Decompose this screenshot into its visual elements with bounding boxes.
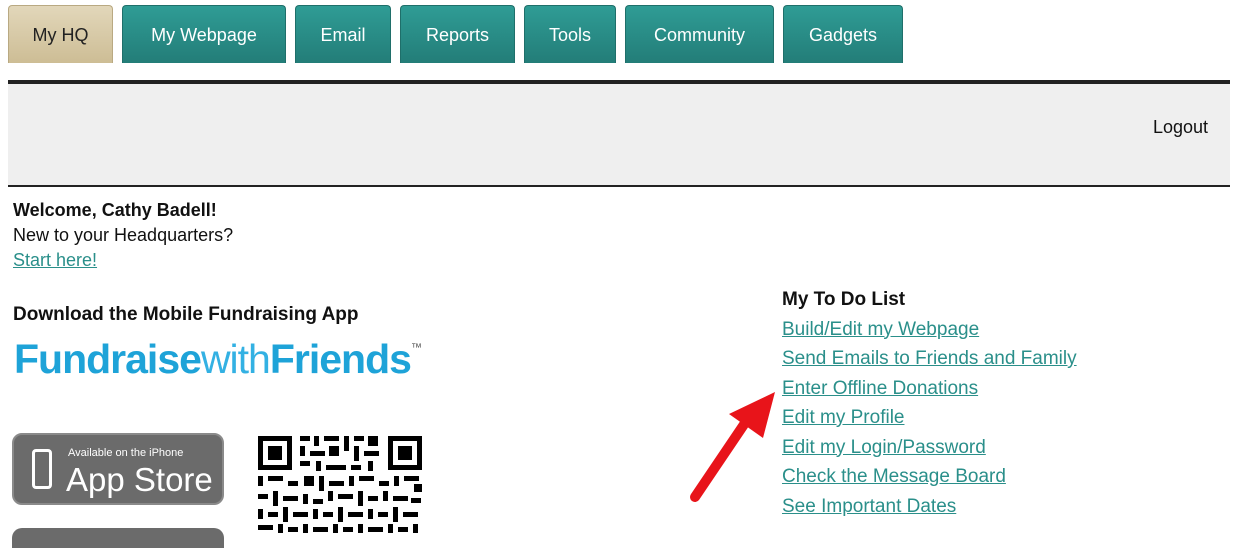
- todo-send-emails-link[interactable]: Send Emails to Friends and Family: [782, 348, 1077, 369]
- appstore-small-text: Available on the iPhone: [68, 447, 184, 459]
- welcome-greeting: Welcome, Cathy Badell!: [13, 200, 217, 220]
- mobile-app-heading: Download the Mobile Fundraising App: [13, 304, 359, 325]
- tab-my-webpage[interactable]: My Webpage: [122, 5, 286, 63]
- welcome-section: Welcome, Cathy Badell! New to your Headq…: [13, 198, 233, 273]
- logout-link[interactable]: Logout: [1153, 117, 1208, 138]
- tab-reports[interactable]: Reports: [400, 5, 515, 63]
- todo-list-title: My To Do List: [782, 289, 906, 310]
- second-store-badge[interactable]: [12, 528, 224, 548]
- welcome-question: New to your Headquarters?: [13, 225, 234, 245]
- fundraise-with-friends-logo: FundraisewithFriends™: [14, 336, 422, 382]
- start-here-link[interactable]: Start here!: [13, 250, 97, 270]
- tab-tools[interactable]: Tools: [524, 5, 616, 63]
- red-arrow-icon: [690, 392, 775, 502]
- tab-email[interactable]: Email: [295, 5, 391, 63]
- todo-edit-login-password-link[interactable]: Edit my Login/Password: [782, 437, 986, 458]
- header-band: Logout: [8, 84, 1230, 187]
- todo-edit-profile-link[interactable]: Edit my Profile: [782, 407, 904, 428]
- todo-list: My To Do List Build/Edit my Webpage Send…: [782, 285, 1077, 521]
- todo-check-message-board-link[interactable]: Check the Message Board: [782, 466, 1006, 487]
- iphone-icon: [32, 449, 52, 489]
- todo-build-edit-webpage-link[interactable]: Build/Edit my Webpage: [782, 319, 979, 340]
- tab-gadgets[interactable]: Gadgets: [783, 5, 903, 63]
- qr-code-icon: [256, 432, 426, 533]
- todo-see-important-dates-link[interactable]: See Important Dates: [782, 496, 956, 517]
- appstore-big-text: App Store: [66, 461, 213, 498]
- tab-my-hq[interactable]: My HQ: [8, 5, 113, 63]
- tab-community[interactable]: Community: [625, 5, 774, 63]
- todo-enter-offline-donations-link[interactable]: Enter Offline Donations: [782, 378, 978, 399]
- app-store-badge[interactable]: Available on the iPhone App Store: [12, 433, 224, 505]
